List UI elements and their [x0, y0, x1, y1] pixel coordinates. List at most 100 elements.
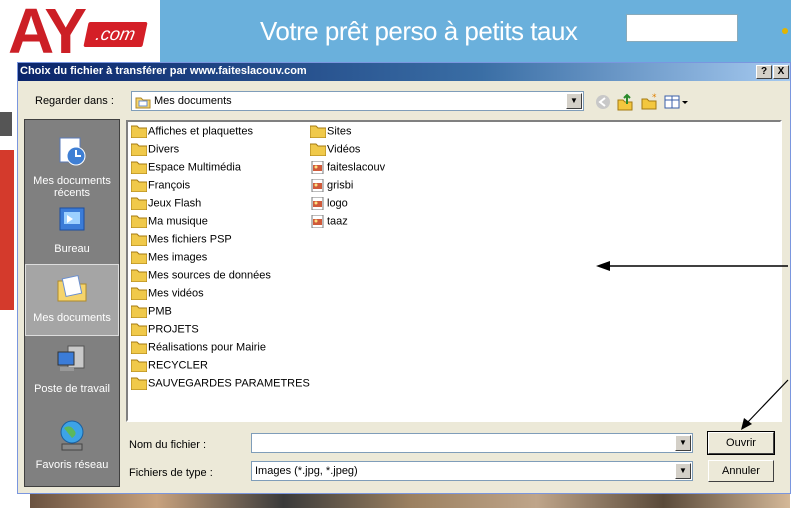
list-item[interactable]: Espace Multimédia: [131, 161, 241, 177]
list-item[interactable]: SAUVEGARDES PARAMETRES: [131, 377, 310, 393]
place-label: Bureau: [54, 243, 90, 255]
list-item[interactable]: Mes sources de données: [131, 269, 271, 285]
image-file-icon: [311, 161, 324, 174]
place-recent-documents[interactable]: Mes documents récents: [25, 128, 119, 200]
file-name: Affiches et plaquettes: [148, 125, 253, 138]
list-item[interactable]: grisbi: [310, 179, 353, 195]
list-item[interactable]: Mes images: [131, 251, 207, 267]
dialog-titlebar[interactable]: Choix du fichier à transférer par www.fa…: [18, 63, 790, 81]
file-name: Mes sources de données: [148, 269, 271, 282]
list-item[interactable]: faiteslacouv: [310, 161, 385, 177]
network-places-icon: [60, 420, 84, 451]
look-in-value: Mes documents: [154, 95, 232, 107]
list-item[interactable]: logo: [310, 197, 348, 213]
list-item[interactable]: Jeux Flash: [131, 197, 201, 213]
file-name: Divers: [148, 143, 180, 156]
left-edge-block: [0, 112, 12, 136]
file-name: Espace Multimédia: [148, 161, 241, 174]
file-name: Mes images: [148, 251, 208, 264]
place-network[interactable]: Favoris réseau: [25, 412, 119, 484]
file-name-label: Nom du fichier :: [129, 439, 207, 451]
new-folder-icon[interactable]: *: [638, 92, 660, 112]
ad-banner-text: Votre prêt perso à petits taux: [260, 16, 578, 46]
site-logo: AY .com: [0, 0, 160, 67]
folder-icon: [310, 125, 326, 138]
dialog-toolbar: *: [592, 92, 712, 112]
close-button[interactable]: X: [773, 65, 789, 79]
place-my-documents[interactable]: Mes documents: [25, 264, 119, 336]
ad-banner-dot: [782, 28, 788, 34]
look-in-dropdown[interactable]: Mes documents ▼: [131, 91, 584, 111]
list-item[interactable]: Mes vidéos: [131, 287, 204, 303]
list-item[interactable]: Affiches et plaquettes: [131, 125, 253, 141]
file-name: François: [148, 179, 191, 192]
places-bar: Mes documents récents Bureau Mes documen…: [24, 119, 120, 487]
file-name: Jeux Flash: [148, 197, 202, 210]
file-name: grisbi: [327, 179, 354, 192]
desktop-icon: [59, 207, 85, 231]
place-desktop[interactable]: Bureau: [25, 196, 119, 268]
file-name: Mes vidéos: [148, 287, 204, 300]
list-item[interactable]: Sites: [310, 125, 351, 141]
back-icon[interactable]: [592, 92, 614, 112]
list-item[interactable]: Ma musique: [131, 215, 208, 231]
left-edge-red: [0, 150, 14, 310]
file-name: Réalisations pour Mairie: [148, 341, 266, 354]
open-button[interactable]: Ouvrir: [707, 431, 775, 455]
folder-icon: [131, 125, 147, 138]
list-item[interactable]: PMB: [131, 305, 172, 321]
image-file-icon: [311, 197, 324, 210]
image-file-icon: [311, 179, 324, 192]
file-type-dropdown-arrow[interactable]: ▼: [675, 463, 691, 479]
ad-banner-box: [626, 14, 738, 42]
folder-icon: [131, 233, 147, 246]
file-name: RECYCLER: [148, 359, 208, 372]
folder-icon: [131, 143, 147, 156]
my-documents-icon: [57, 274, 87, 302]
file-name: taaz: [327, 215, 348, 228]
dialog-title: Choix du fichier à transférer par www.fa…: [20, 65, 307, 77]
folder-icon: [131, 251, 147, 264]
file-name-input[interactable]: ▼: [251, 433, 693, 453]
ad-banner[interactable]: Votre prêt perso à petits taux: [160, 0, 791, 62]
my-documents-small-icon: [135, 97, 151, 109]
logo-text: AY: [8, 0, 87, 67]
file-type-dropdown[interactable]: Images (*.jpg, *.jpeg) ▼: [251, 461, 693, 481]
view-menu-icon[interactable]: [662, 92, 690, 112]
folder-icon: [131, 161, 147, 174]
place-my-computer[interactable]: Poste de travail: [25, 336, 119, 408]
file-list[interactable]: Affiches et plaquettes Divers Espace Mul…: [126, 120, 782, 422]
page-bottom-photos: [30, 492, 790, 508]
cancel-button[interactable]: Annuler: [708, 460, 774, 482]
svg-text:*: *: [652, 93, 657, 103]
file-type-label: Fichiers de type :: [129, 467, 213, 479]
help-button[interactable]: ?: [756, 65, 772, 79]
folder-icon: [131, 269, 147, 282]
folder-icon: [131, 179, 147, 192]
list-item[interactable]: RECYCLER: [131, 359, 208, 375]
file-name: Ma musique: [148, 215, 208, 228]
list-item[interactable]: taaz: [310, 215, 348, 231]
list-item[interactable]: Mes fichiers PSP: [131, 233, 232, 249]
folder-icon: [131, 305, 147, 318]
folder-icon: [131, 359, 147, 372]
folder-icon: [310, 143, 326, 156]
my-computer-icon: [57, 345, 85, 371]
list-item[interactable]: PROJETS: [131, 323, 199, 339]
look-in-dropdown-arrow[interactable]: ▼: [566, 93, 582, 109]
file-name: PMB: [148, 305, 172, 318]
file-name: Vidéos: [327, 143, 361, 156]
list-item[interactable]: Vidéos: [310, 143, 360, 159]
list-item[interactable]: Divers: [131, 143, 179, 159]
file-name: PROJETS: [148, 323, 199, 336]
list-item[interactable]: Réalisations pour Mairie: [131, 341, 266, 357]
up-folder-icon[interactable]: [614, 92, 636, 112]
place-label: Mes documents: [33, 312, 111, 324]
look-in-label: Regarder dans :: [35, 95, 114, 107]
recent-documents-icon: [59, 137, 86, 166]
folder-icon: [131, 215, 147, 228]
file-name-dropdown-arrow[interactable]: ▼: [675, 435, 691, 451]
file-name: Sites: [327, 125, 352, 138]
list-item[interactable]: François: [131, 179, 190, 195]
file-open-dialog: Choix du fichier à transférer par www.fa…: [17, 62, 791, 494]
